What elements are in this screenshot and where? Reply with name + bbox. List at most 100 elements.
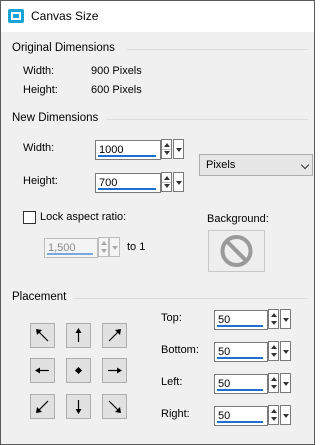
aspect-ratio-spinner[interactable] xyxy=(98,237,109,257)
spin-down-icon xyxy=(164,151,170,155)
chevron-down-icon xyxy=(283,318,289,322)
title-bar[interactable]: Canvas Size xyxy=(1,1,314,32)
original-height-label: Height: xyxy=(23,84,58,96)
placement-title: Placement xyxy=(12,291,67,303)
lock-aspect-label: Lock aspect ratio: xyxy=(40,211,127,223)
field-underline xyxy=(98,188,156,190)
top-input[interactable]: 50 xyxy=(214,310,268,330)
spin-down-icon xyxy=(271,321,277,325)
window-title: Canvas Size xyxy=(31,9,99,23)
spin-up-icon xyxy=(164,176,170,180)
right-label: Right: xyxy=(161,408,190,420)
field-underline xyxy=(47,253,93,255)
new-width-label: Width: xyxy=(23,142,55,154)
arrow-down-icon xyxy=(75,400,82,414)
original-height-value: 600 Pixels xyxy=(91,84,142,96)
spin-up-icon xyxy=(271,345,277,349)
top-spinner[interactable] xyxy=(268,309,279,329)
spin-down-icon xyxy=(271,353,277,357)
chevron-down-icon xyxy=(283,350,289,354)
arrow-up-right-icon xyxy=(108,329,121,342)
spin-up-icon xyxy=(271,377,277,381)
arrow-right-icon xyxy=(108,367,122,374)
center-dot-icon xyxy=(74,366,83,375)
spin-box xyxy=(98,237,109,257)
spin-up-icon xyxy=(271,313,277,317)
spin-down-icon xyxy=(271,385,277,389)
left-label: Left: xyxy=(161,376,183,388)
anchor-bottom-button[interactable] xyxy=(66,394,91,419)
field-underline xyxy=(217,389,263,391)
top-dropdown[interactable] xyxy=(280,309,291,329)
new-width-input[interactable]: 1000 xyxy=(95,140,161,160)
background-label: Background: xyxy=(207,213,269,225)
left-input[interactable]: 50 xyxy=(214,374,268,394)
anchor-top-left-button[interactable] xyxy=(30,323,55,348)
anchor-right-button[interactable] xyxy=(102,358,127,383)
spin-divider xyxy=(162,149,171,150)
left-spinner[interactable] xyxy=(268,373,279,393)
group-divider xyxy=(127,49,308,50)
spin-down-icon xyxy=(271,417,277,421)
spin-divider xyxy=(162,182,171,183)
placement-anchor-grid xyxy=(30,323,129,421)
chevron-down-icon xyxy=(112,246,118,250)
aspect-ratio-dropdown[interactable] xyxy=(109,237,120,257)
bottom-input[interactable]: 50 xyxy=(214,342,268,362)
group-divider xyxy=(73,298,308,299)
drop-box xyxy=(109,237,120,257)
chevron-down-icon xyxy=(300,160,310,170)
spin-down-icon xyxy=(164,184,170,188)
canvas-size-dialog: Canvas Size Original Dimensions Width: 9… xyxy=(0,0,315,445)
original-width-value: 900 Pixels xyxy=(91,65,142,77)
arrow-up-left-icon xyxy=(36,329,49,342)
no-color-icon xyxy=(220,235,253,267)
aspect-ratio-input[interactable]: 1,500 xyxy=(44,238,98,258)
anchor-top-right-button[interactable] xyxy=(102,323,127,348)
anchor-left-button[interactable] xyxy=(30,358,55,383)
arrow-down-left-icon xyxy=(36,400,49,413)
chevron-down-icon xyxy=(283,414,289,418)
anchor-top-button[interactable] xyxy=(66,323,91,348)
lock-aspect-checkbox[interactable] xyxy=(23,211,36,224)
right-spinner[interactable] xyxy=(268,405,279,425)
new-height-input[interactable]: 700 xyxy=(95,173,161,193)
new-dimensions-title: New Dimensions xyxy=(12,112,99,124)
bottom-label: Bottom: xyxy=(161,344,199,356)
chevron-down-icon xyxy=(176,148,182,152)
top-label: Top: xyxy=(161,312,182,324)
chevron-down-icon xyxy=(283,382,289,386)
right-input[interactable]: 50 xyxy=(214,406,268,426)
spin-down-icon xyxy=(101,249,107,253)
original-dimensions-title: Original Dimensions xyxy=(12,42,115,54)
arrow-up-icon xyxy=(75,328,82,342)
new-height-label: Height: xyxy=(23,175,58,187)
spin-up-icon xyxy=(164,143,170,147)
bottom-spinner[interactable] xyxy=(268,341,279,361)
bottom-dropdown[interactable] xyxy=(280,341,291,361)
field-underline xyxy=(98,155,156,157)
units-select[interactable]: Pixels xyxy=(199,154,313,176)
right-dropdown[interactable] xyxy=(280,405,291,425)
chevron-down-icon xyxy=(176,181,182,185)
new-width-spinner[interactable] xyxy=(161,139,172,159)
left-dropdown[interactable] xyxy=(280,373,291,393)
new-height-spinner[interactable] xyxy=(161,172,172,192)
new-height-dropdown[interactable] xyxy=(173,172,184,192)
spin-up-icon xyxy=(271,409,277,413)
arrow-left-icon xyxy=(35,367,49,374)
field-underline xyxy=(217,421,263,423)
aspect-ratio-suffix: to 1 xyxy=(127,241,146,253)
background-swatch[interactable] xyxy=(208,230,265,272)
units-value: Pixels xyxy=(206,159,236,171)
spin-up-icon xyxy=(101,241,107,245)
anchor-bottom-left-button[interactable] xyxy=(30,394,55,419)
new-width-dropdown[interactable] xyxy=(173,139,184,159)
arrow-down-right-icon xyxy=(108,400,121,413)
anchor-center-button[interactable] xyxy=(66,358,91,383)
field-underline xyxy=(217,357,263,359)
canvas-size-icon xyxy=(8,9,24,23)
group-divider xyxy=(107,119,308,120)
anchor-bottom-right-button[interactable] xyxy=(102,394,127,419)
original-width-label: Width: xyxy=(23,65,55,77)
